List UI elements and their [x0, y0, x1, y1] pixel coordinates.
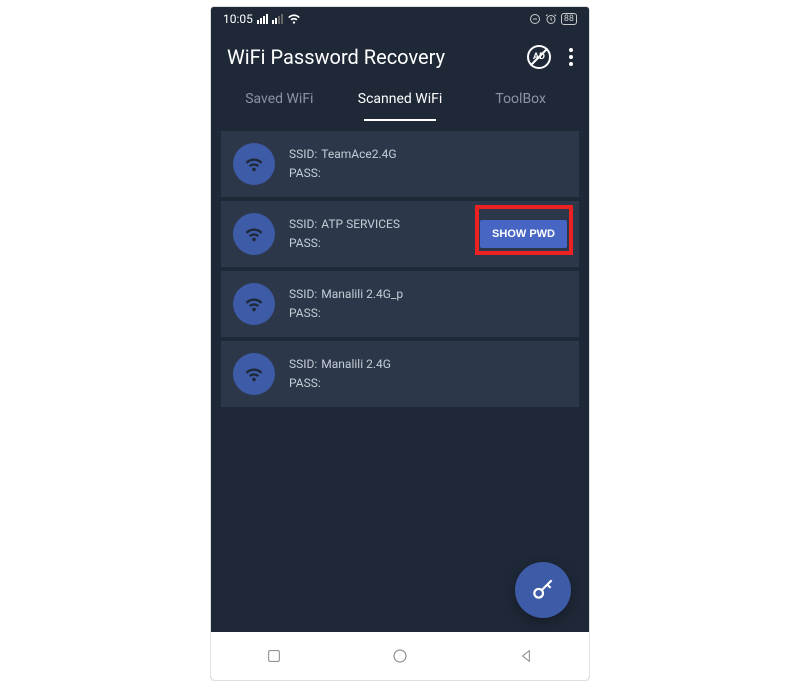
wifi-info: SSID: TeamAce2.4GPASS:: [289, 145, 567, 183]
ssid-value: ATP SERVICES: [321, 215, 400, 234]
signal-icon: [272, 14, 283, 24]
wifi-status-icon: [287, 12, 301, 26]
wifi-info: SSID: ATP SERVICESPASS:: [289, 215, 466, 253]
pass-label: PASS:: [289, 374, 321, 393]
alarm-icon: [545, 13, 557, 25]
wifi-card[interactable]: SSID: Manalili 2.4G_pPASS:: [221, 271, 579, 337]
wifi-list[interactable]: SSID: TeamAce2.4GPASS: SSID: ATP SERVICE…: [211, 121, 589, 624]
dnd-icon: [529, 13, 541, 25]
pass-label: PASS:: [289, 164, 321, 183]
ssid-label: SSID:: [289, 215, 317, 234]
nav-back-button[interactable]: [516, 646, 536, 666]
nav-recent-button[interactable]: [264, 646, 284, 666]
ssid-value: TeamAce2.4G: [321, 145, 396, 164]
pass-label: PASS:: [289, 304, 321, 323]
ssid-value: Manalili 2.4G: [321, 355, 391, 374]
battery-indicator: 88: [561, 13, 577, 25]
ssid-label: SSID:: [289, 285, 317, 304]
more-menu-icon[interactable]: [569, 48, 573, 66]
no-ads-icon[interactable]: AD: [527, 45, 551, 69]
wifi-card[interactable]: SSID: TeamAce2.4GPASS:: [221, 131, 579, 197]
navigation-bar: [211, 632, 589, 680]
tab-bar: Saved WiFi Scanned WiFi ToolBox: [211, 77, 589, 121]
wifi-icon: [233, 213, 275, 255]
wifi-icon: [233, 143, 275, 185]
tab-toolbox[interactable]: ToolBox: [460, 77, 581, 121]
pass-label: PASS:: [289, 234, 321, 253]
wifi-icon: [233, 283, 275, 325]
show-password-button[interactable]: SHOW PWD: [480, 220, 567, 248]
nav-home-button[interactable]: [390, 646, 410, 666]
wifi-card[interactable]: SSID: Manalili 2.4GPASS:: [221, 341, 579, 407]
status-bar: 10:05 88: [211, 7, 589, 31]
fab-key-button[interactable]: [515, 562, 571, 618]
wifi-card[interactable]: SSID: ATP SERVICESPASS: SHOW PWD: [221, 201, 579, 267]
wifi-info: SSID: Manalili 2.4G_pPASS:: [289, 285, 567, 323]
phone-frame: 10:05 88 WiFi Password Recovery AD Saved…: [210, 6, 590, 681]
ssid-label: SSID:: [289, 355, 317, 374]
tab-scanned-wifi[interactable]: Scanned WiFi: [340, 77, 461, 121]
ssid-value: Manalili 2.4G_p: [321, 285, 403, 304]
wifi-info: SSID: Manalili 2.4GPASS:: [289, 355, 567, 393]
signal-icon: [257, 14, 268, 24]
app-header: WiFi Password Recovery AD: [211, 31, 589, 77]
ssid-label: SSID:: [289, 145, 317, 164]
wifi-icon: [233, 353, 275, 395]
status-time: 10:05: [223, 12, 253, 26]
app-title: WiFi Password Recovery: [227, 45, 445, 69]
key-icon: [530, 577, 556, 603]
tab-saved-wifi[interactable]: Saved WiFi: [219, 77, 340, 121]
